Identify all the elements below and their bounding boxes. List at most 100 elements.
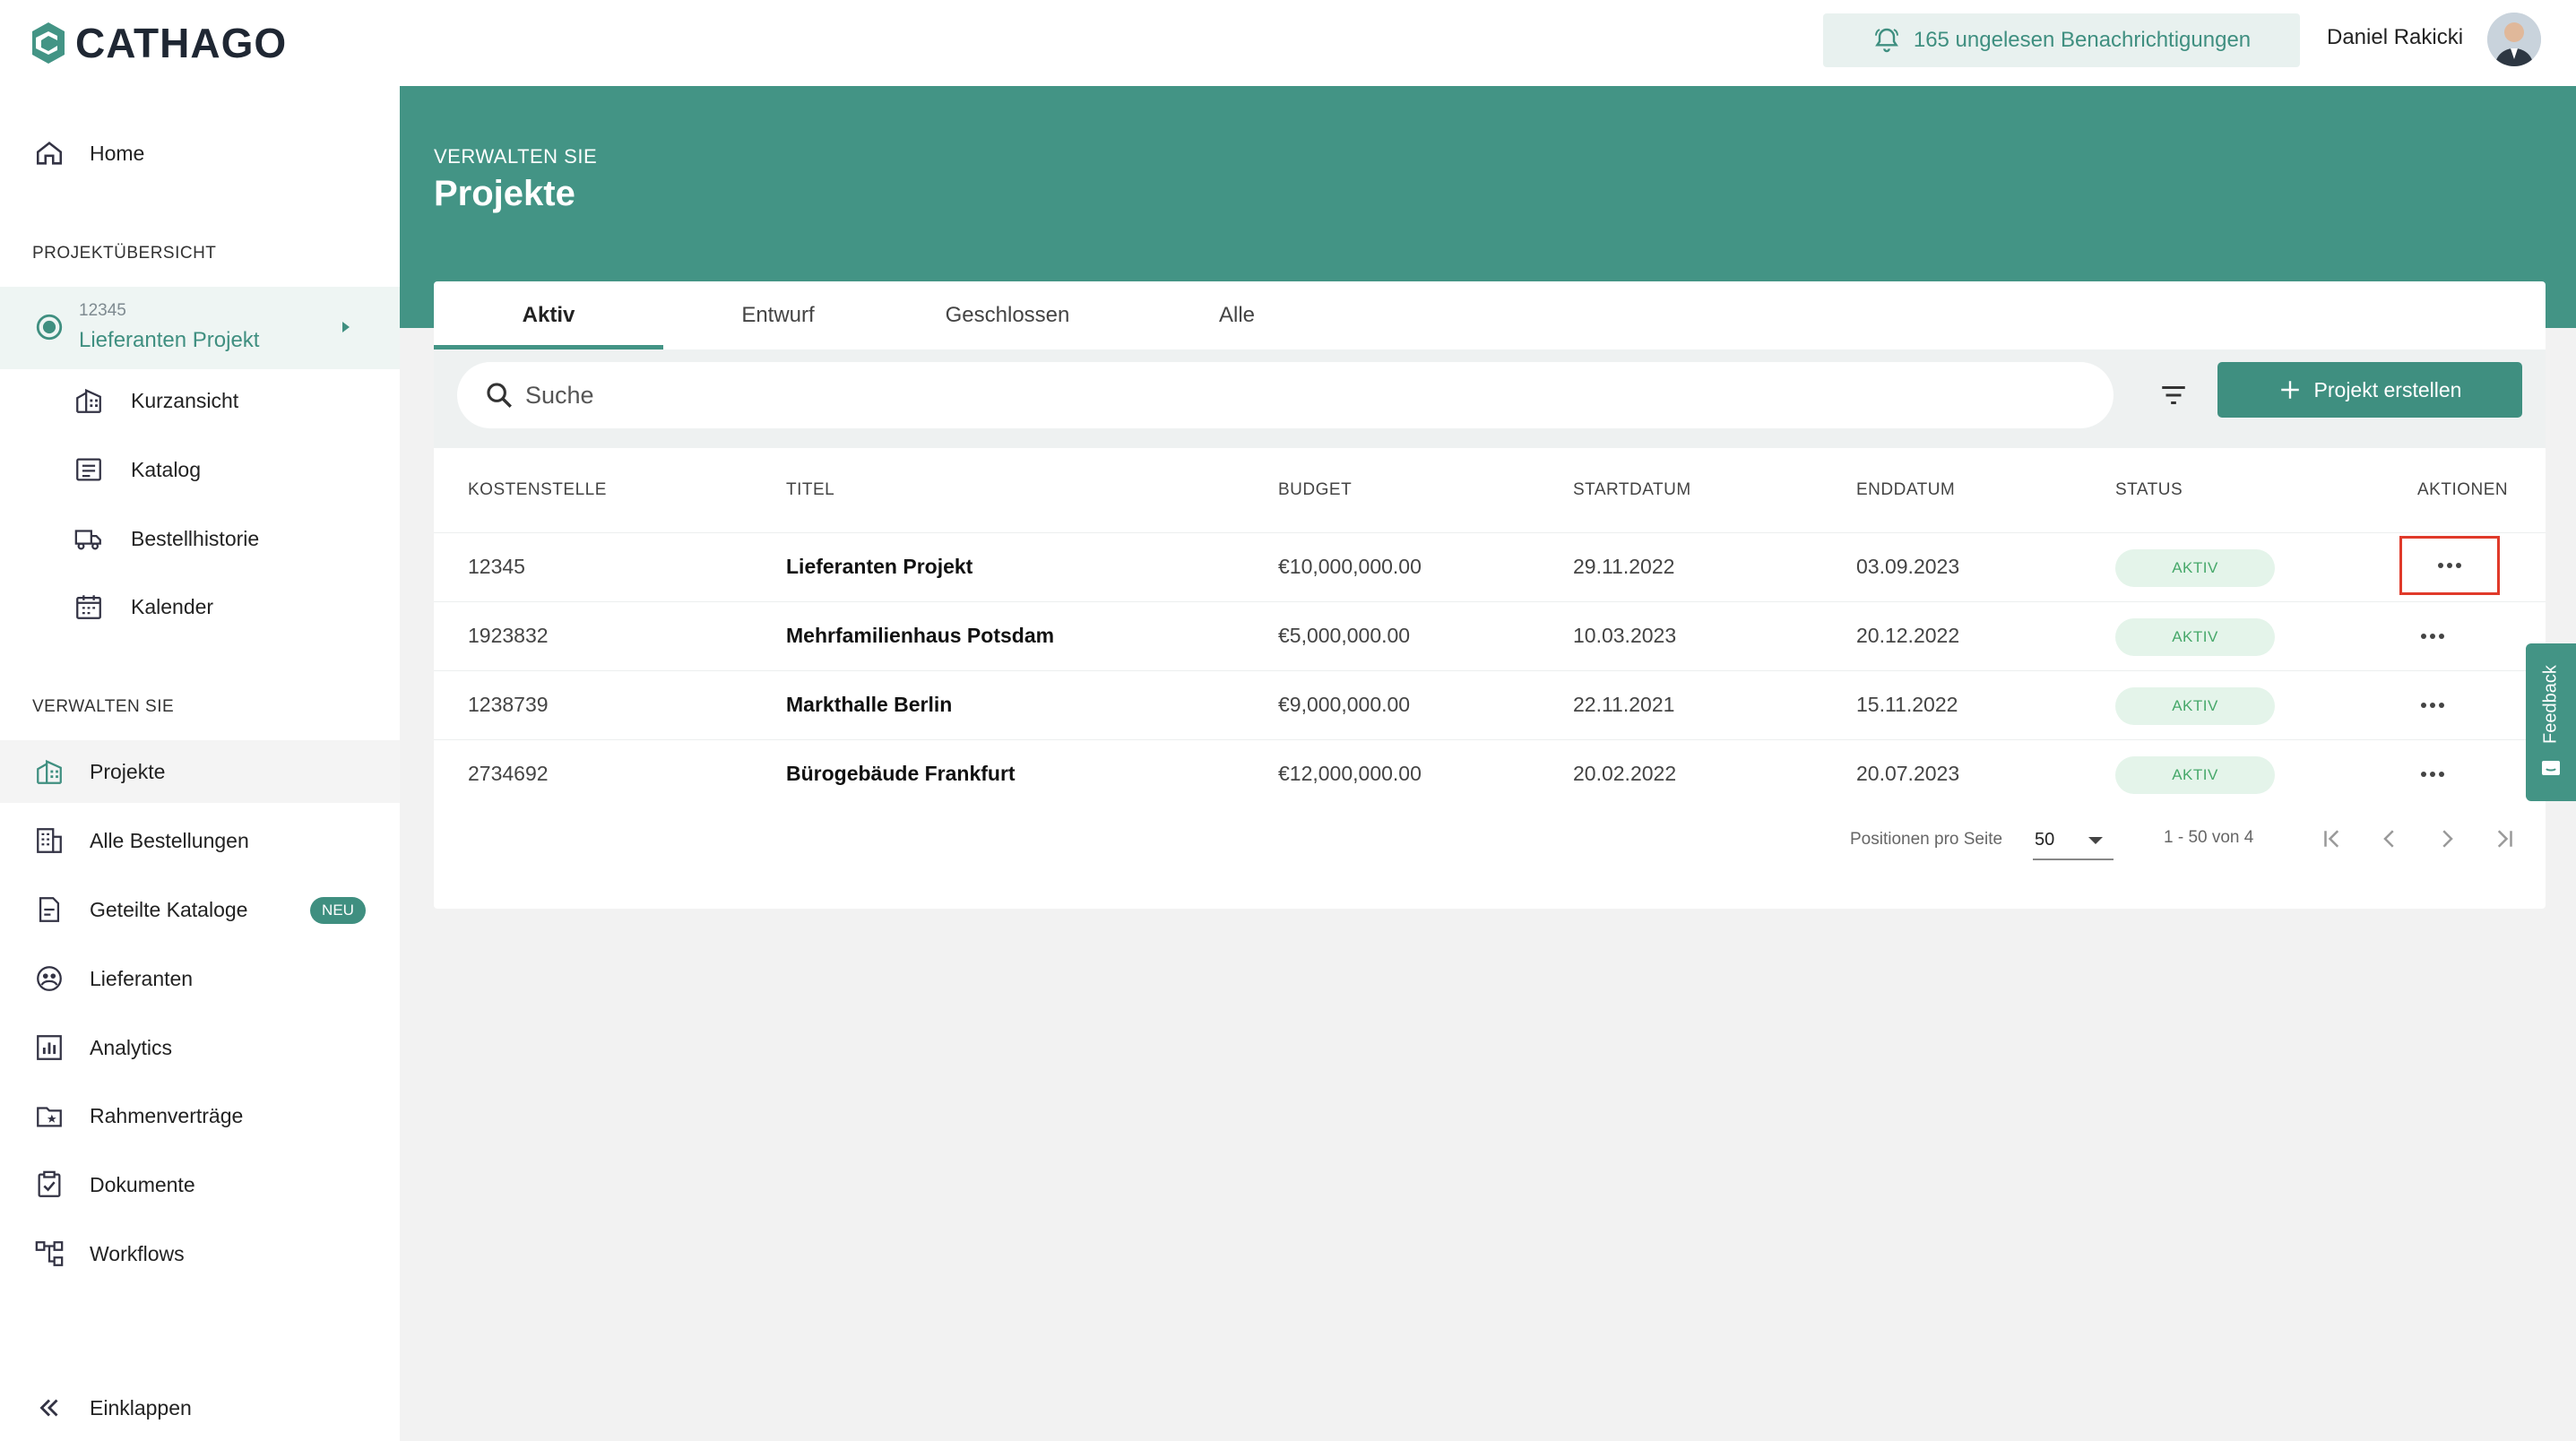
more-dot-icon bbox=[2439, 634, 2444, 639]
avatar-icon bbox=[2487, 13, 2541, 66]
sidebar-item-bestellhistorie[interactable]: Bestellhistorie bbox=[0, 507, 400, 570]
more-dot-icon bbox=[2447, 563, 2452, 568]
chevron-right-icon bbox=[2442, 830, 2453, 848]
create-project-button[interactable]: Projekt erstellen bbox=[2217, 362, 2522, 418]
sidebar-item-label: Katalog bbox=[131, 457, 202, 481]
sidebar-item-alle-bestellungen[interactable]: Alle Bestellungen bbox=[0, 809, 400, 872]
sidebar-item-analytics[interactable]: Analytics bbox=[0, 1016, 400, 1079]
sidebar-item-dokumente[interactable]: Dokumente bbox=[0, 1153, 400, 1216]
sidebar-item-kalender[interactable]: Kalender bbox=[0, 575, 400, 638]
cost-center-cell: 2734692 bbox=[468, 762, 549, 785]
logo-text: CATHAGO bbox=[75, 20, 288, 66]
table-row[interactable]: 1238739 Markthalle Berlin €9,000,000.00 … bbox=[434, 670, 2546, 739]
last-page-button[interactable] bbox=[2486, 821, 2522, 857]
column-header[interactable]: STATUS bbox=[2115, 480, 2183, 500]
home-icon bbox=[36, 142, 63, 165]
clipboard-icon bbox=[38, 1170, 61, 1197]
column-header[interactable]: KOSTENSTELLE bbox=[468, 480, 607, 500]
sidebar-item-label: Bestellhistorie bbox=[131, 526, 260, 550]
collapse-button[interactable]: Einklappen bbox=[0, 1376, 400, 1439]
column-header[interactable]: ENDDATUM bbox=[1856, 480, 1955, 500]
catalog-icon bbox=[76, 458, 101, 481]
sidebar-item-projekte[interactable]: Projekte bbox=[0, 740, 400, 803]
row-actions-button[interactable] bbox=[2409, 682, 2456, 729]
supplier-icon bbox=[37, 966, 62, 991]
sidebar-item-lieferanten[interactable]: Lieferanten bbox=[0, 947, 400, 1010]
building-icon bbox=[76, 388, 101, 413]
start-date-cell: 20.02.2022 bbox=[1573, 762, 1677, 785]
column-header[interactable]: BUDGET bbox=[1278, 480, 1352, 500]
building-icon bbox=[37, 759, 62, 784]
table-row[interactable]: 2734692 Bürogebäude Frankfurt €12,000,00… bbox=[434, 739, 2546, 808]
chart-icon bbox=[37, 1035, 62, 1060]
toolbar: Projekt erstellen bbox=[434, 349, 2546, 448]
more-dot-icon bbox=[2438, 563, 2443, 568]
notifications-button[interactable]: 165 ungelesen Benachrichtigungen bbox=[1823, 13, 2300, 67]
end-date-cell: 20.07.2023 bbox=[1856, 762, 1960, 785]
more-dot-icon bbox=[2430, 772, 2435, 777]
building-grid-icon bbox=[37, 828, 62, 853]
column-header: AKTIONEN bbox=[2417, 480, 2509, 499]
sidebar-item-label: Analytics bbox=[90, 1035, 173, 1059]
status-badge: AKTIV bbox=[2115, 756, 2275, 794]
column-header[interactable]: TITEL bbox=[786, 480, 834, 500]
tab-alle[interactable]: Alle bbox=[1122, 281, 1352, 349]
create-project-label: Projekt erstellen bbox=[2313, 377, 2462, 401]
feedback-smile-icon bbox=[2542, 761, 2560, 775]
start-date-cell: 22.11.2021 bbox=[1573, 693, 1675, 716]
sidebar-item-kurzansicht[interactable]: Kurzansicht bbox=[0, 369, 400, 432]
logo[interactable]: CATHAGO bbox=[30, 16, 287, 70]
column-header[interactable]: STARTDATUM bbox=[1573, 480, 1691, 500]
previous-page-button[interactable] bbox=[2372, 821, 2407, 857]
table-row[interactable]: 12345 Lieferanten Projekt €10,000,000.00… bbox=[434, 532, 2546, 601]
current-project[interactable]: 12345 Lieferanten Projekt bbox=[0, 287, 400, 369]
first-page-button[interactable] bbox=[2314, 821, 2350, 857]
title-cell: Lieferanten Projekt bbox=[786, 555, 973, 578]
feedback-tab[interactable]: Feedback bbox=[2526, 643, 2576, 801]
feedback-label: Feedback bbox=[2540, 665, 2561, 744]
next-page-button[interactable] bbox=[2429, 821, 2465, 857]
sidebar-item-label: Projekte bbox=[90, 759, 166, 783]
sidebar-item-home[interactable]: Home bbox=[0, 122, 400, 185]
search-input[interactable] bbox=[525, 375, 2067, 416]
sidebar-item-geteilte-kataloge[interactable]: Geteilte Kataloge NEU bbox=[0, 878, 400, 941]
per-page-value: 50 bbox=[2035, 830, 2055, 850]
search-box[interactable] bbox=[457, 362, 2114, 428]
sidebar-item-label: Kurzansicht bbox=[131, 388, 239, 412]
tab-aktiv[interactable]: Aktiv bbox=[434, 281, 663, 349]
folder-star-icon bbox=[37, 1107, 62, 1127]
first-page-icon bbox=[2324, 830, 2339, 848]
sidebar-item-label: Kalender bbox=[131, 594, 214, 618]
cost-center-cell: 12345 bbox=[468, 555, 525, 578]
tab-entwurf[interactable]: Entwurf bbox=[663, 281, 893, 349]
title-cell: Markthalle Berlin bbox=[786, 693, 953, 716]
start-date-cell: 29.11.2022 bbox=[1573, 555, 1675, 578]
caret-right-icon[interactable] bbox=[341, 321, 351, 333]
double-chevron-left-icon bbox=[39, 1399, 58, 1417]
projects-card: Aktiv Entwurf Geschlossen Alle Projekt e… bbox=[434, 281, 2546, 909]
title-cell: Mehrfamilienhaus Potsdam bbox=[786, 624, 1055, 647]
tab-geschlossen[interactable]: Geschlossen bbox=[893, 281, 1122, 349]
sidebar-item-label: Geteilte Kataloge bbox=[90, 897, 248, 921]
title-cell: Bürogebäude Frankfurt bbox=[786, 762, 1016, 785]
row-actions-button[interactable] bbox=[2409, 613, 2456, 660]
user-name[interactable]: Daniel Rakicki bbox=[2327, 25, 2463, 50]
filter-button[interactable] bbox=[2149, 371, 2198, 419]
row-actions-button[interactable] bbox=[2399, 536, 2500, 595]
end-date-cell: 15.11.2022 bbox=[1856, 693, 1958, 716]
table-row[interactable]: 1923832 Mehrfamilienhaus Potsdam €5,000,… bbox=[434, 601, 2546, 670]
sidebar-item-rahmenvertraege[interactable]: Rahmenverträge bbox=[0, 1084, 400, 1147]
status-badge: AKTIV bbox=[2115, 618, 2275, 656]
sidebar-item-workflows[interactable]: Workflows bbox=[0, 1222, 400, 1285]
per-page-select[interactable]: 50 bbox=[2033, 817, 2114, 860]
table-header: KOSTENSTELLE TITEL BUDGET STARTDATUM END… bbox=[434, 448, 2546, 532]
new-badge: NEU bbox=[310, 897, 366, 924]
truck-icon bbox=[74, 530, 101, 550]
sidebar-item-katalog[interactable]: Katalog bbox=[0, 438, 400, 501]
row-actions-button[interactable] bbox=[2409, 751, 2456, 798]
avatar[interactable] bbox=[2487, 13, 2541, 66]
last-page-icon bbox=[2497, 830, 2512, 848]
filter-icon bbox=[2162, 385, 2185, 405]
target-icon bbox=[36, 314, 63, 341]
calendar-icon bbox=[76, 595, 101, 619]
